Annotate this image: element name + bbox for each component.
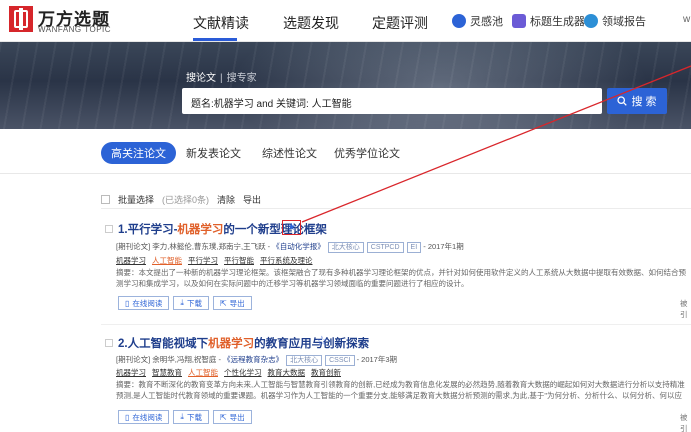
journal-link[interactable]: 《远程教育杂志》 (223, 355, 283, 364)
result-item: 2.人工智能视域下机器学习的教育应用与创新探索 ☆ [期刊论文] 余明华,冯翔,… (101, 332, 691, 432)
batch-toolbar: 批量选择 (已选择0条) 清除 导出 (101, 193, 261, 206)
download-icon: ⤓ (180, 298, 184, 307)
selected-count: (已选择0条) (162, 195, 210, 205)
tab-new-papers[interactable]: 新发表论文 (186, 145, 241, 161)
tool-title-generator[interactable]: 标题生成器 (512, 13, 585, 29)
action-label: 下载 (186, 298, 202, 308)
result-abstract: 摘要：教育不断深化的教育变革方向未来,人工智能与智慧教育引领教育的创新,已经成为… (116, 380, 685, 400)
search-button[interactable]: 搜 索 (607, 88, 667, 114)
search-type-tabs: 搜论文 | 搜专家 (186, 73, 257, 84)
result-abstract: 摘要：本文提出了一种新的机器学习理论框架。该框架融合了现有多种机器学习理论框架的… (116, 268, 686, 288)
journal-link[interactable]: 《自动化学报》 (272, 242, 325, 251)
badge: 北大核心 (327, 242, 364, 253)
banner-texture (0, 42, 691, 129)
tab-degree-theses[interactable]: 优秀学位论文 (334, 145, 400, 161)
badge: CSSCI (325, 355, 355, 366)
badge: CSTPCD (366, 242, 404, 253)
tool-field-report[interactable]: 领域报告 (584, 13, 646, 29)
keyword-link[interactable]: 教育创新 (311, 368, 341, 377)
read-online-button[interactable]: ▯ 在线阅读 (118, 296, 170, 310)
clear-button[interactable]: 清除 (217, 193, 235, 206)
nav-literature-reading[interactable]: 文献精读 (193, 13, 249, 33)
search-button-label: 搜 索 (631, 96, 657, 108)
tool-label: 标题生成器 (530, 16, 585, 28)
export-button[interactable]: ⇱ 导出 (212, 410, 252, 424)
keyword-link[interactable]: 平行学习 (188, 256, 218, 265)
star-icon[interactable]: ★ (282, 220, 301, 235)
user-menu[interactable]: w (683, 14, 690, 25)
keyword-list: 机器学习 智慧教育 人工智能 个性化学习 教育大数据 教育创新 (116, 367, 347, 378)
nav-active-indicator (193, 38, 237, 41)
logo-subtitle: WANFANG TOPIC (38, 25, 112, 34)
search-icon (617, 96, 628, 106)
download-button[interactable]: ⤓ 下载 (173, 410, 209, 424)
logo-icon[interactable] (9, 6, 33, 32)
nav-topic-discovery[interactable]: 选题发现 (283, 13, 339, 33)
keyword-link[interactable]: 人工智能 (188, 368, 218, 377)
keyword-link[interactable]: 平行智能 (224, 256, 254, 265)
tab-search-experts[interactable]: 搜专家 (227, 73, 257, 84)
result-meta: [期刊论文] 李力,林懿伦,曹东璞,郑南宁,王飞跃 - 《自动化学报》 北大核心 C… (116, 242, 464, 253)
tool-label: 领域报告 (602, 16, 646, 28)
batch-select-label: 批量选择 (118, 195, 155, 205)
result-title[interactable]: 2.人工智能视域下机器学习的教育应用与创新探索 (118, 335, 369, 351)
select-all-checkbox[interactable] (101, 195, 110, 204)
tool-label: 灵感池 (470, 16, 503, 28)
tool-inspiration-pool[interactable]: 灵感池 (452, 13, 503, 29)
book-icon: ▯ (125, 298, 130, 308)
result-actions: ▯ 在线阅读 ⤓ 下载 ⇱ 导出 (118, 410, 252, 424)
export-all-button[interactable]: 导出 (243, 193, 261, 206)
toolbar-divider (101, 208, 691, 209)
tab-review-papers[interactable]: 综述性论文 (262, 145, 317, 161)
search-query-text[interactable]: 题名:机器学习 and 关键词: 人工智能 (191, 95, 352, 110)
download-button[interactable]: ⤓ 下载 (173, 296, 209, 310)
keyword-link[interactable]: 人工智能 (152, 256, 182, 265)
report-icon (584, 14, 598, 28)
download-icon: ⤓ (180, 412, 184, 421)
keyword-link[interactable]: 机器学习 (116, 368, 146, 377)
badge: 北大核心 (286, 355, 323, 366)
search-input[interactable]: 题名:机器学习 and 关键词: 人工智能 (182, 88, 602, 114)
read-online-button[interactable]: ▯ 在线阅读 (118, 410, 170, 424)
action-label: 在线阅读 (132, 412, 163, 422)
generator-icon (512, 14, 526, 28)
result-divider (101, 324, 691, 325)
keyword-link[interactable]: 平行系统及理论 (260, 256, 313, 265)
action-label: 导出 (229, 412, 245, 422)
export-icon: ⇱ (219, 412, 227, 422)
export-icon: ⇱ (219, 298, 227, 308)
keyword-link[interactable]: 教育大数据 (268, 368, 306, 377)
search-banner (0, 42, 691, 129)
star-icon[interactable]: ☆ (316, 333, 328, 349)
cited-label: 被引 (680, 299, 688, 319)
keyword-list: 机器学习 人工智能 平行学习 平行智能 平行系统及理论 (116, 255, 319, 266)
keyword-link[interactable]: 个性化学习 (224, 368, 262, 377)
cited-label: 被引 (680, 413, 688, 432)
badge: EI (406, 242, 422, 253)
action-label: 导出 (229, 298, 245, 308)
result-meta: [期刊论文] 余明华,冯翔,祝智庭 - 《远程教育杂志》 北大核心 CSSCI - … (116, 355, 398, 366)
action-label: 下载 (186, 412, 202, 422)
result-item: 1.平行学习-机器学习的一个新型理论框架 ★ [期刊论文] 李力,林懿伦,曹东璞… (101, 218, 691, 319)
result-checkbox[interactable] (105, 225, 113, 233)
keyword-link[interactable]: 机器学习 (116, 256, 146, 265)
bulb-icon (452, 14, 466, 28)
keyword-link[interactable]: 智慧教育 (152, 368, 182, 377)
category-tabs: 高关注论文 新发表论文 综述性论文 优秀学位论文 (0, 129, 691, 174)
nav-topic-evaluation[interactable]: 定题评测 (372, 13, 428, 33)
book-icon: ▯ (125, 412, 130, 422)
result-checkbox[interactable] (105, 339, 113, 347)
tab-high-attention[interactable]: 高关注论文 (101, 142, 176, 164)
tab-search-papers[interactable]: 搜论文 (186, 73, 216, 84)
action-label: 在线阅读 (132, 298, 163, 308)
result-actions: ▯ 在线阅读 ⤓ 下载 ⇱ 导出 (118, 296, 252, 310)
top-header: 万方选题 WANFANG TOPIC 文献精读 选题发现 定题评测 灵感池 标题… (0, 0, 691, 42)
export-button[interactable]: ⇱ 导出 (212, 296, 252, 310)
